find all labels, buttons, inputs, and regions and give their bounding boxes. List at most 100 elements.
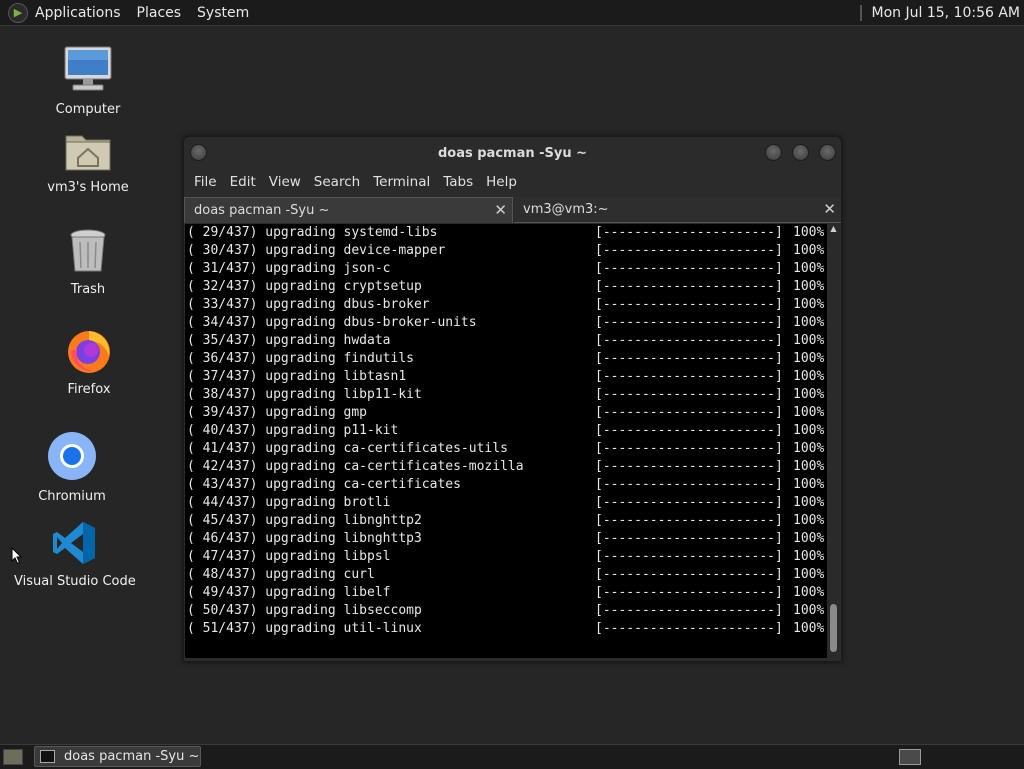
upgrade-status-text: ( 49/437) upgrading libelf [187, 585, 391, 600]
scroll-up-arrow-icon[interactable]: ▲ [828, 224, 839, 234]
terminal-line: ( 49/437) upgrading libelf [-------------… [187, 584, 827, 602]
terminal-scrollbar[interactable]: ▲ [828, 224, 839, 658]
progress-bar-text: [----------------------] [595, 297, 783, 312]
maximize-button[interactable] [792, 144, 809, 161]
progress-percent: 100% [793, 225, 825, 240]
progress-bar-text: [----------------------] [595, 459, 783, 474]
progress-percent: 100% [793, 621, 825, 636]
terminal-line: ( 37/437) upgrading libtasn1 [-----------… [187, 368, 827, 386]
computer-icon [28, 44, 148, 98]
upgrade-status-text: ( 41/437) upgrading ca-certificates-util… [187, 441, 508, 456]
desktop-icon-label: vm3's Home [47, 180, 129, 195]
menu-tabs[interactable]: Tabs [443, 174, 473, 190]
clock[interactable]: Mon Jul 15, 10:56 AM [872, 5, 1020, 21]
progress-bar-text: [----------------------] [595, 315, 783, 330]
upgrade-status-text: ( 51/437) upgrading util-linux [187, 621, 422, 636]
desktop-icon-label: Computer [55, 102, 121, 117]
terminal-line: ( 29/437) upgrading systemd-libs [-------… [187, 224, 827, 242]
upgrade-status-text: ( 40/437) upgrading p11-kit [187, 423, 399, 438]
progress-percent: 100% [793, 585, 825, 600]
window-menu-button[interactable] [190, 144, 207, 161]
menu-logo-icon[interactable]: ▶ [8, 2, 28, 23]
tab-shell[interactable]: vm3@vm3:~ ✕ [514, 197, 841, 223]
progress-bar-text: [----------------------] [595, 477, 783, 492]
progress-bar-text: [----------------------] [595, 495, 783, 510]
upgrade-status-text: ( 44/437) upgrading brotli [187, 495, 391, 510]
terminal-line: ( 40/437) upgrading p11-kit [------------… [187, 422, 827, 440]
progress-bar-text: [----------------------] [595, 225, 783, 240]
progress-bar-text: [----------------------] [595, 351, 783, 366]
panel-separator [859, 4, 862, 21]
terminal-icon [40, 750, 55, 763]
tab-close-icon[interactable]: ✕ [494, 201, 507, 219]
menu-help[interactable]: Help [486, 174, 517, 190]
desktop-icon-label: Chromium [38, 489, 106, 504]
upgrade-status-text: ( 46/437) upgrading libnghttp3 [187, 531, 422, 546]
terminal-line: ( 47/437) upgrading libpsl [-------------… [187, 548, 827, 566]
desktop-icon-vscode[interactable]: Visual Studio Code [14, 520, 136, 589]
trash-icon [28, 228, 148, 278]
terminal-line: ( 34/437) upgrading dbus-broker-units [--… [187, 314, 827, 332]
home-folder-icon [28, 128, 148, 176]
progress-bar-text: [----------------------] [595, 423, 783, 438]
places-menu[interactable]: Places [137, 5, 182, 21]
applications-menu[interactable]: Applications [35, 5, 121, 21]
progress-percent: 100% [793, 459, 825, 474]
terminal-line: ( 36/437) upgrading findutils [----------… [187, 350, 827, 368]
upgrade-status-text: ( 48/437) upgrading curl [187, 567, 375, 582]
progress-percent: 100% [793, 477, 825, 492]
menu-search[interactable]: Search [314, 174, 360, 190]
progress-percent: 100% [793, 387, 825, 402]
progress-percent: 100% [793, 405, 825, 420]
show-desktop-icon[interactable] [3, 749, 23, 765]
progress-bar-text: [----------------------] [595, 369, 783, 384]
upgrade-status-text: ( 35/437) upgrading hwdata [187, 333, 391, 348]
progress-percent: 100% [793, 567, 825, 582]
close-button[interactable] [819, 144, 836, 161]
progress-bar-text: [----------------------] [595, 549, 783, 564]
terminal-window: doas pacman -Syu ~ File Edit View Search… [183, 136, 842, 662]
workspace-switcher-icon[interactable] [899, 749, 921, 765]
desktop-icon-computer[interactable]: Computer [28, 44, 148, 117]
upgrade-status-text: ( 36/437) upgrading findutils [187, 351, 414, 366]
progress-bar-text: [----------------------] [595, 603, 783, 618]
menu-edit[interactable]: Edit [230, 174, 256, 190]
tab-close-icon[interactable]: ✕ [823, 200, 836, 218]
window-titlebar[interactable]: doas pacman -Syu ~ [184, 137, 841, 169]
scrollbar-thumb[interactable] [830, 604, 837, 652]
progress-percent: 100% [793, 531, 825, 546]
upgrade-status-text: ( 50/437) upgrading libseccomp [187, 603, 422, 618]
terminal-output[interactable]: ( 29/437) upgrading systemd-libs [-------… [185, 224, 827, 658]
terminal-line: ( 44/437) upgrading brotli [-------------… [187, 494, 827, 512]
system-menu[interactable]: System [197, 5, 249, 21]
upgrade-status-text: ( 43/437) upgrading ca-certificates [187, 477, 461, 492]
upgrade-status-text: ( 47/437) upgrading libpsl [187, 549, 391, 564]
menu-view[interactable]: View [269, 174, 301, 190]
progress-percent: 100% [793, 279, 825, 294]
menu-terminal[interactable]: Terminal [373, 174, 430, 190]
terminal-line: ( 33/437) upgrading dbus-broker [--------… [187, 296, 827, 314]
upgrade-status-text: ( 37/437) upgrading libtasn1 [187, 369, 407, 384]
progress-bar-text: [----------------------] [595, 387, 783, 402]
terminal-menubar: File Edit View Search Terminal Tabs Help [184, 169, 841, 195]
upgrade-status-text: ( 45/437) upgrading libnghttp2 [187, 513, 422, 528]
desktop-icon-home[interactable]: vm3's Home [28, 128, 148, 195]
progress-bar-text: [----------------------] [595, 243, 783, 258]
tab-pacman[interactable]: doas pacman -Syu ~ ✕ [184, 197, 513, 223]
desktop-icon-trash[interactable]: Trash [28, 228, 148, 297]
desktop-icon-firefox[interactable]: Firefox [29, 326, 149, 397]
window-title: doas pacman -Syu ~ [437, 145, 588, 161]
taskbar-window-button[interactable]: doas pacman -Syu ~ [34, 746, 201, 767]
minimize-button[interactable] [765, 144, 782, 161]
desktop-icon-label: Firefox [67, 382, 111, 397]
progress-bar-text: [----------------------] [595, 513, 783, 528]
taskbar-window-label: doas pacman -Syu ~ [64, 749, 200, 764]
top-panel: ▶ Applications Places System Mon Jul 15,… [0, 0, 1024, 26]
menu-file[interactable]: File [194, 174, 217, 190]
upgrade-status-text: ( 38/437) upgrading libp11-kit [187, 387, 422, 402]
progress-percent: 100% [793, 513, 825, 528]
upgrade-status-text: ( 29/437) upgrading systemd-libs [187, 225, 438, 240]
terminal-line: ( 32/437) upgrading cryptsetup [---------… [187, 278, 827, 296]
desktop-icon-chromium[interactable]: Chromium [12, 431, 132, 504]
terminal-line: ( 30/437) upgrading device-mapper [------… [187, 242, 827, 260]
